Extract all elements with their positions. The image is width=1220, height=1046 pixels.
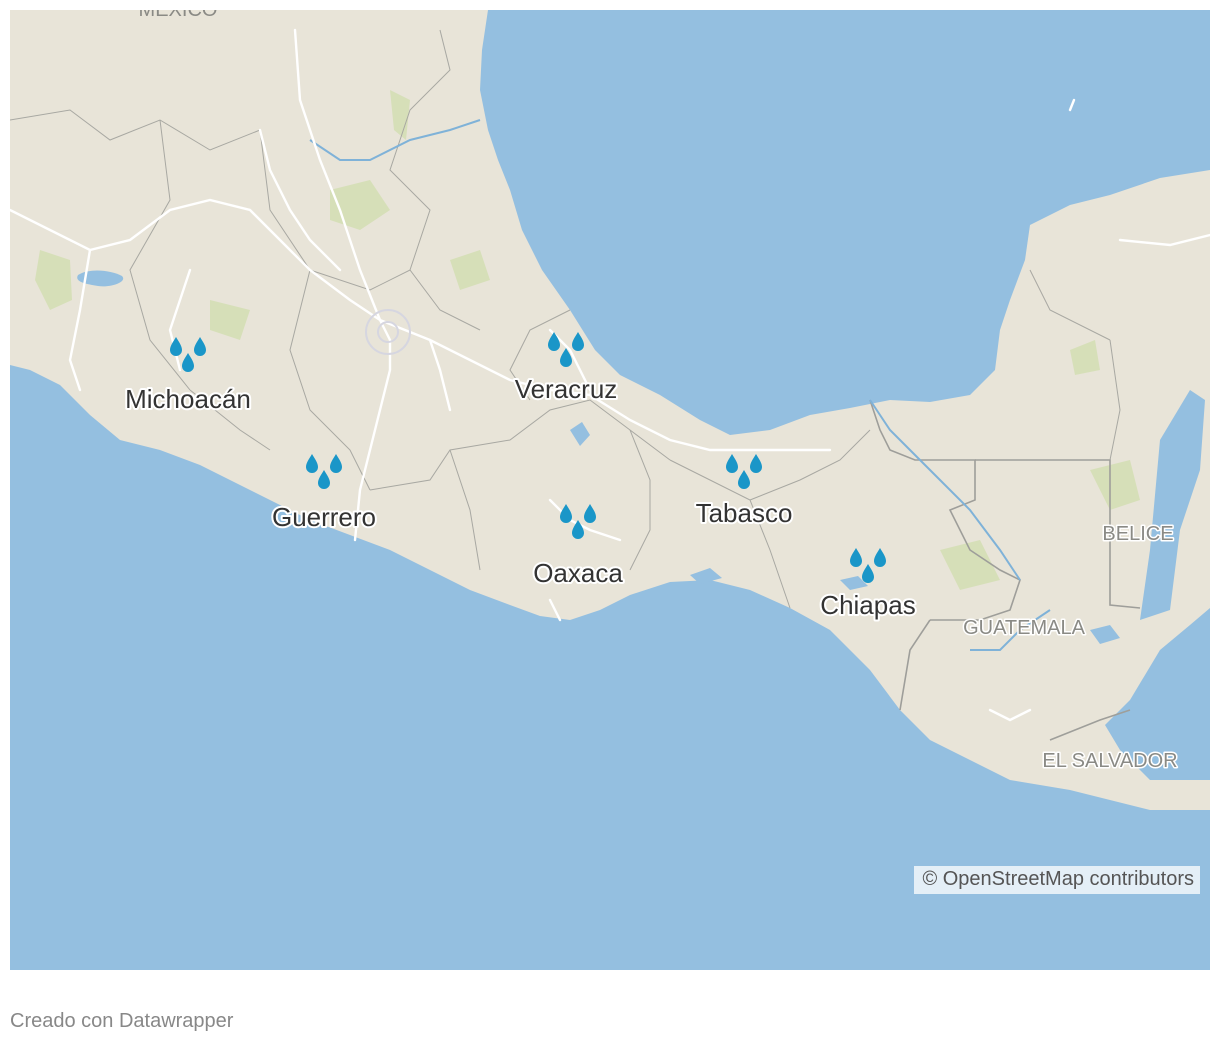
state-label-michoacan: Michoacán — [125, 384, 251, 414]
state-label-tabasco: Tabasco — [696, 498, 793, 528]
map[interactable]: MÉXICO BELICE GUATEMALA EL SALVADOR Michoa… — [10, 10, 1210, 970]
state-label-chiapas: Chiapas — [820, 590, 915, 620]
state-label-guerrero: Guerrero — [272, 502, 376, 532]
country-label-guatemala: GUATEMALA — [963, 617, 1086, 639]
datawrapper-credit[interactable]: Creado con Datawrapper — [10, 1010, 233, 1033]
map-attribution[interactable]: © OpenStreetMap contributors — [914, 866, 1200, 894]
top-country-label: MÉXICO — [139, 10, 218, 21]
country-label-el-salvador: EL SALVADOR — [1042, 750, 1177, 772]
state-label-veracruz: Veracruz — [515, 374, 618, 404]
country-label-belice: BELICE — [1102, 523, 1173, 545]
state-label-oaxaca: Oaxaca — [533, 558, 623, 588]
